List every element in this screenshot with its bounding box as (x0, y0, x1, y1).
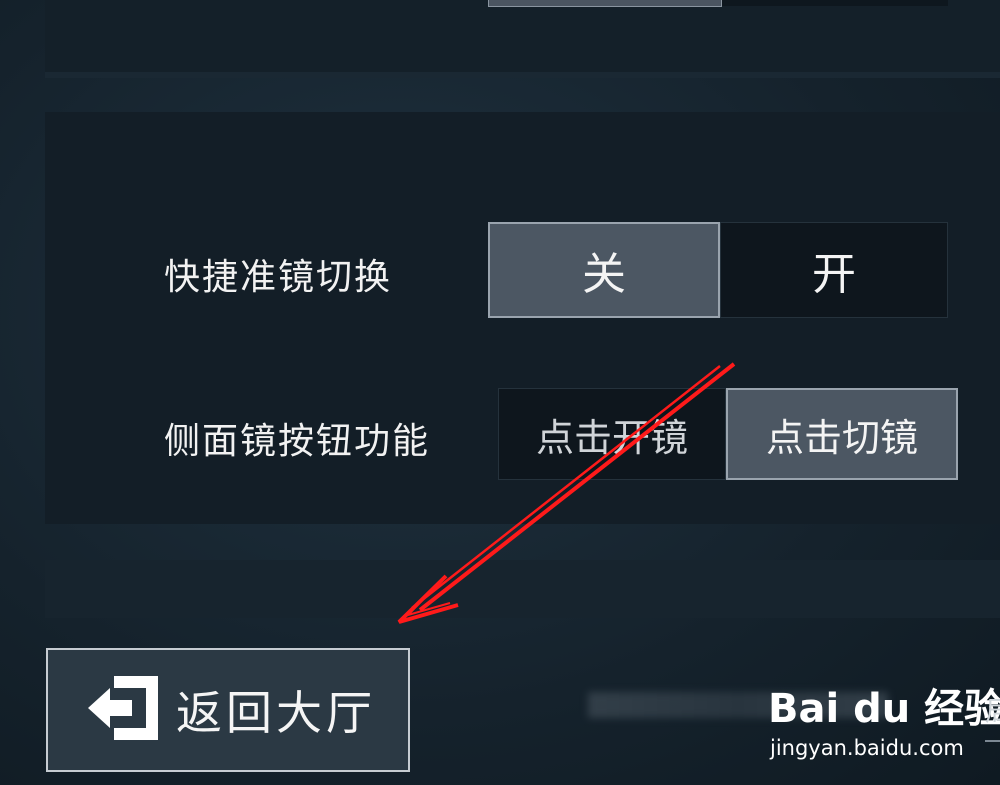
edge-divider (985, 740, 1000, 742)
watermark-brand: Bai du 经验 (768, 686, 1000, 732)
baidu-watermark: Bai du 经验 jingyan.baidu.com (768, 676, 1000, 766)
edge-partial-text: 局 (985, 695, 1000, 728)
return-to-lobby-button[interactable]: 返回大厅 (46, 648, 410, 772)
watermark-url: jingyan.baidu.com (770, 736, 964, 760)
return-to-lobby-label: 返回大厅 (176, 686, 376, 740)
exit-icon (84, 672, 162, 748)
